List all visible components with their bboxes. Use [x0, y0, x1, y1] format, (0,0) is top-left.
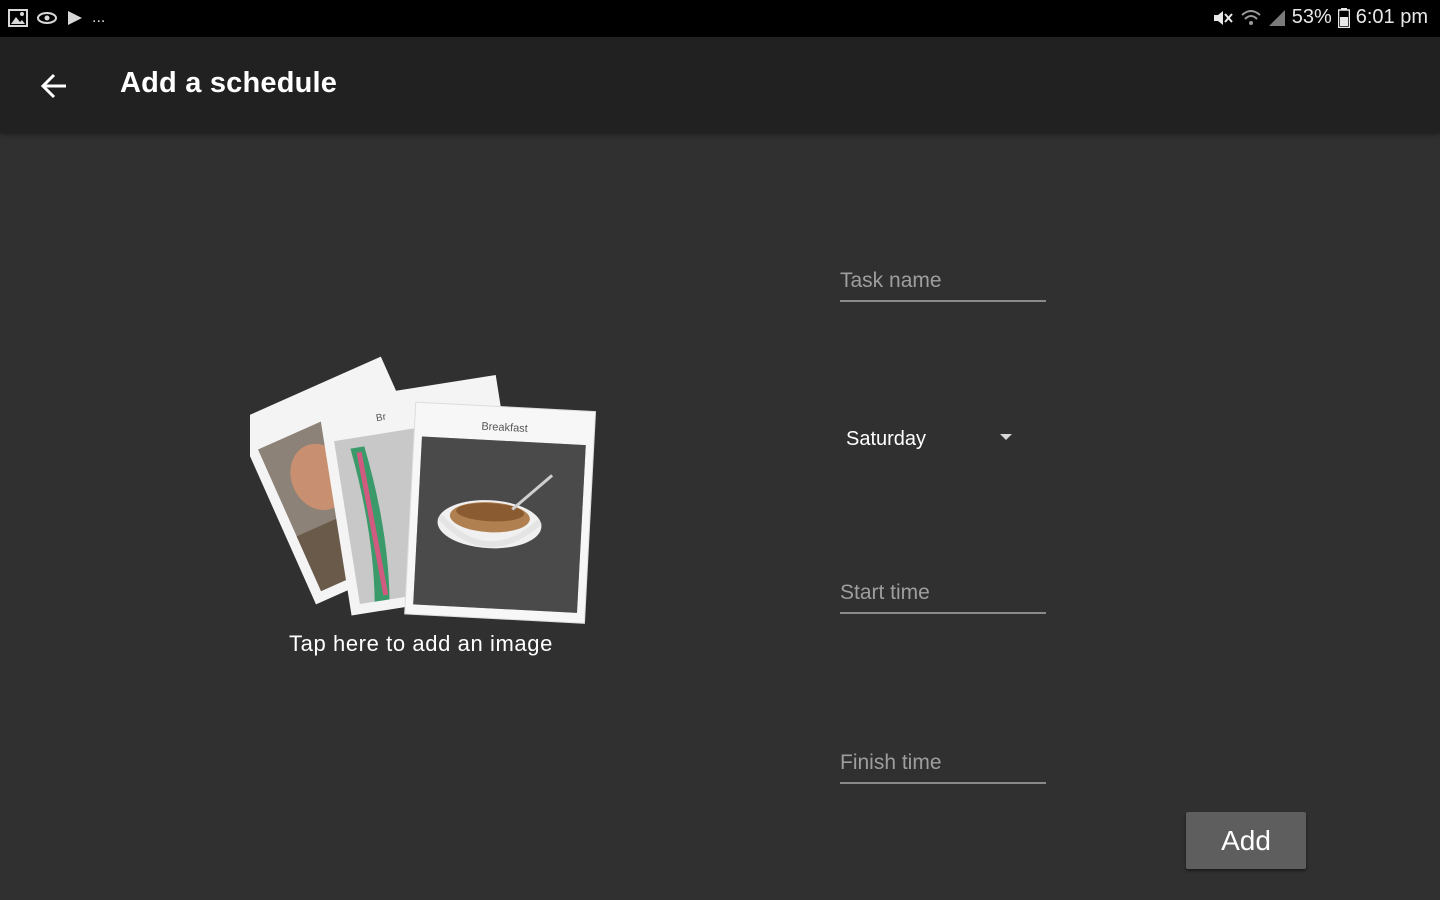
- task-name-field[interactable]: [840, 266, 1046, 302]
- add-button[interactable]: Add: [1186, 812, 1306, 869]
- eye-icon: [37, 12, 57, 24]
- battery-percent: 53%: [1291, 6, 1332, 28]
- start-time-field[interactable]: [840, 578, 1046, 614]
- image-caption: Tap here to add an image: [289, 631, 553, 656]
- finish-time-field[interactable]: [840, 748, 1046, 784]
- back-button[interactable]: [30, 65, 78, 107]
- gallery-icon: [8, 9, 28, 27]
- day-selected-value: Saturday: [846, 427, 927, 450]
- photo-label-front: Breakfast: [481, 421, 528, 435]
- task-name-input[interactable]: [840, 266, 1046, 296]
- day-dropdown[interactable]: Saturday: [846, 424, 1026, 454]
- status-bar: ... 53% 6:01 pm: [0, 0, 1440, 37]
- status-time: 6:01 pm: [1355, 6, 1428, 28]
- wifi-icon: [1241, 9, 1261, 25]
- arrow-left-icon: [40, 73, 66, 99]
- finish-time-input[interactable]: [840, 748, 1046, 778]
- photo-stack-illustration: Br Breakfast: [250, 356, 597, 624]
- page-title: Add a schedule: [120, 67, 338, 99]
- dropdown-arrow-icon: [1000, 434, 1012, 440]
- app-bar: Add a schedule: [0, 37, 1440, 133]
- play-icon: [68, 11, 82, 25]
- start-time-input[interactable]: [840, 578, 1046, 608]
- photo-card-front: Breakfast: [404, 401, 597, 624]
- status-right-icons: 53% 6:01 pm: [1212, 6, 1428, 29]
- signal-icon: [1268, 9, 1285, 26]
- status-left-icons: ...: [8, 8, 105, 28]
- overflow-indicator: ...: [92, 9, 106, 26]
- mute-icon: [1213, 10, 1233, 25]
- battery-icon: [1337, 7, 1350, 28]
- image-picker[interactable]: Br Breakfast Tap here to add an image: [250, 355, 600, 665]
